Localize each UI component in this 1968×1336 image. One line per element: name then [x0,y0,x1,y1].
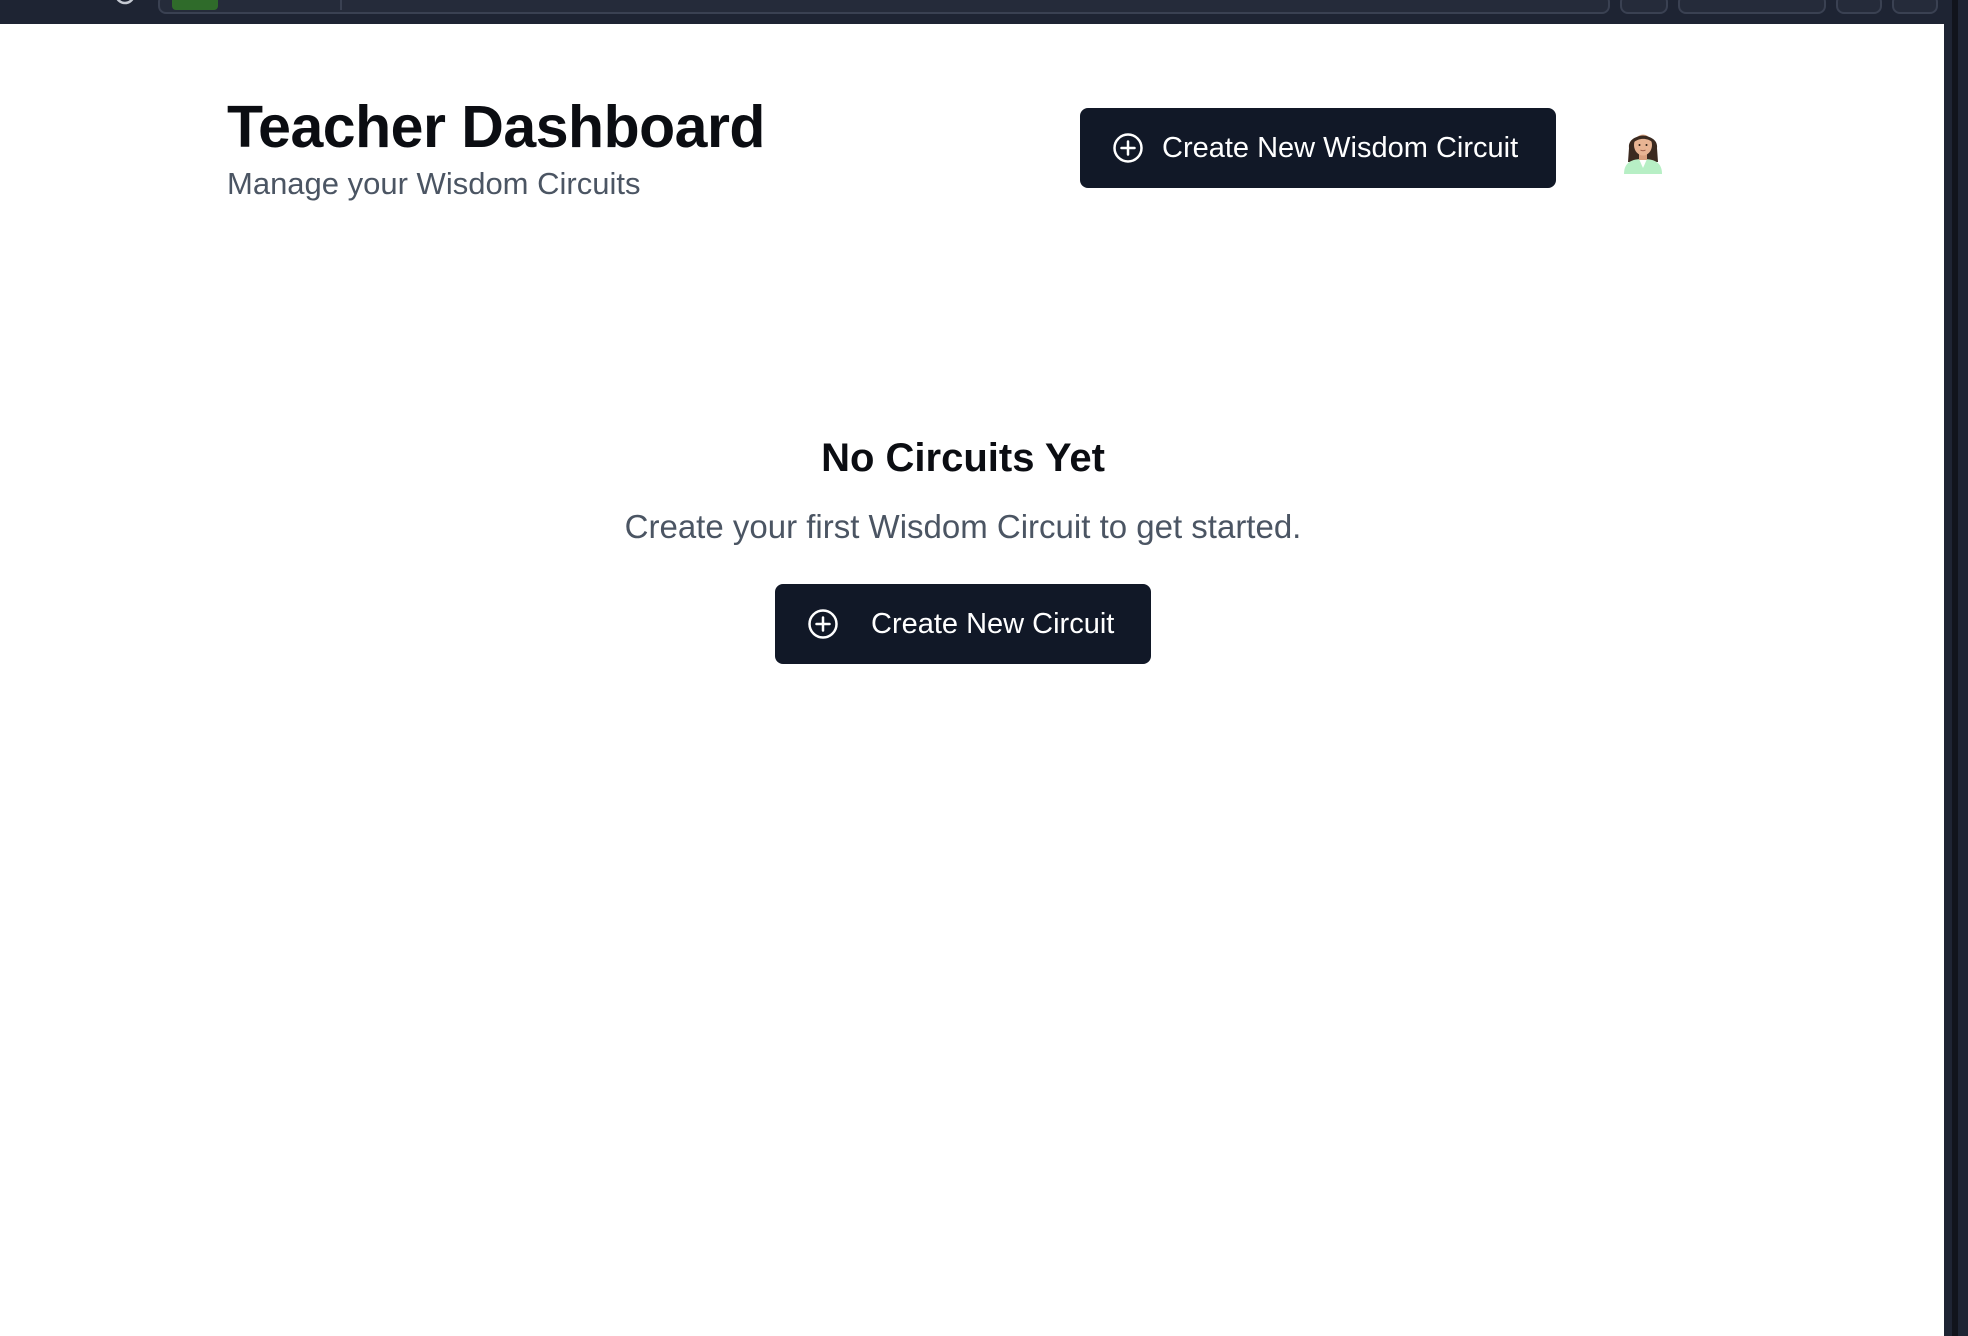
reload-icon[interactable] [113,0,137,10]
toolbar-button[interactable] [1892,0,1938,14]
create-wisdom-circuit-button[interactable]: Create New Wisdom Circuit [1080,108,1556,188]
dashboard-page: Teacher Dashboard Manage your Wisdom Cir… [0,24,1944,1336]
page-subtitle: Manage your Wisdom Circuits [227,166,641,201]
toolbar-button[interactable] [1620,0,1668,14]
window-edge [1944,0,1968,1336]
empty-state-title: No Circuits Yet [821,436,1105,480]
plus-circle-icon [1112,132,1144,164]
teacher-avatar[interactable] [1618,124,1668,174]
create-wisdom-circuit-label: Create New Wisdom Circuit [1162,131,1519,164]
create-new-circuit-label: Create New Circuit [871,607,1115,640]
toolbar-button[interactable] [1836,0,1882,14]
empty-state-description: Create your first Wisdom Circuit to get … [624,508,1302,545]
page-title: Teacher Dashboard [227,94,765,160]
browser-toolbar [0,0,1968,24]
address-separator [340,0,342,10]
address-tag [172,0,218,10]
toolbar-button[interactable] [1678,0,1826,14]
create-new-circuit-button[interactable]: Create New Circuit [775,584,1151,664]
plus-circle-icon [807,608,839,640]
address-bar[interactable] [158,0,1610,14]
window-edge-line [1952,0,1958,1336]
